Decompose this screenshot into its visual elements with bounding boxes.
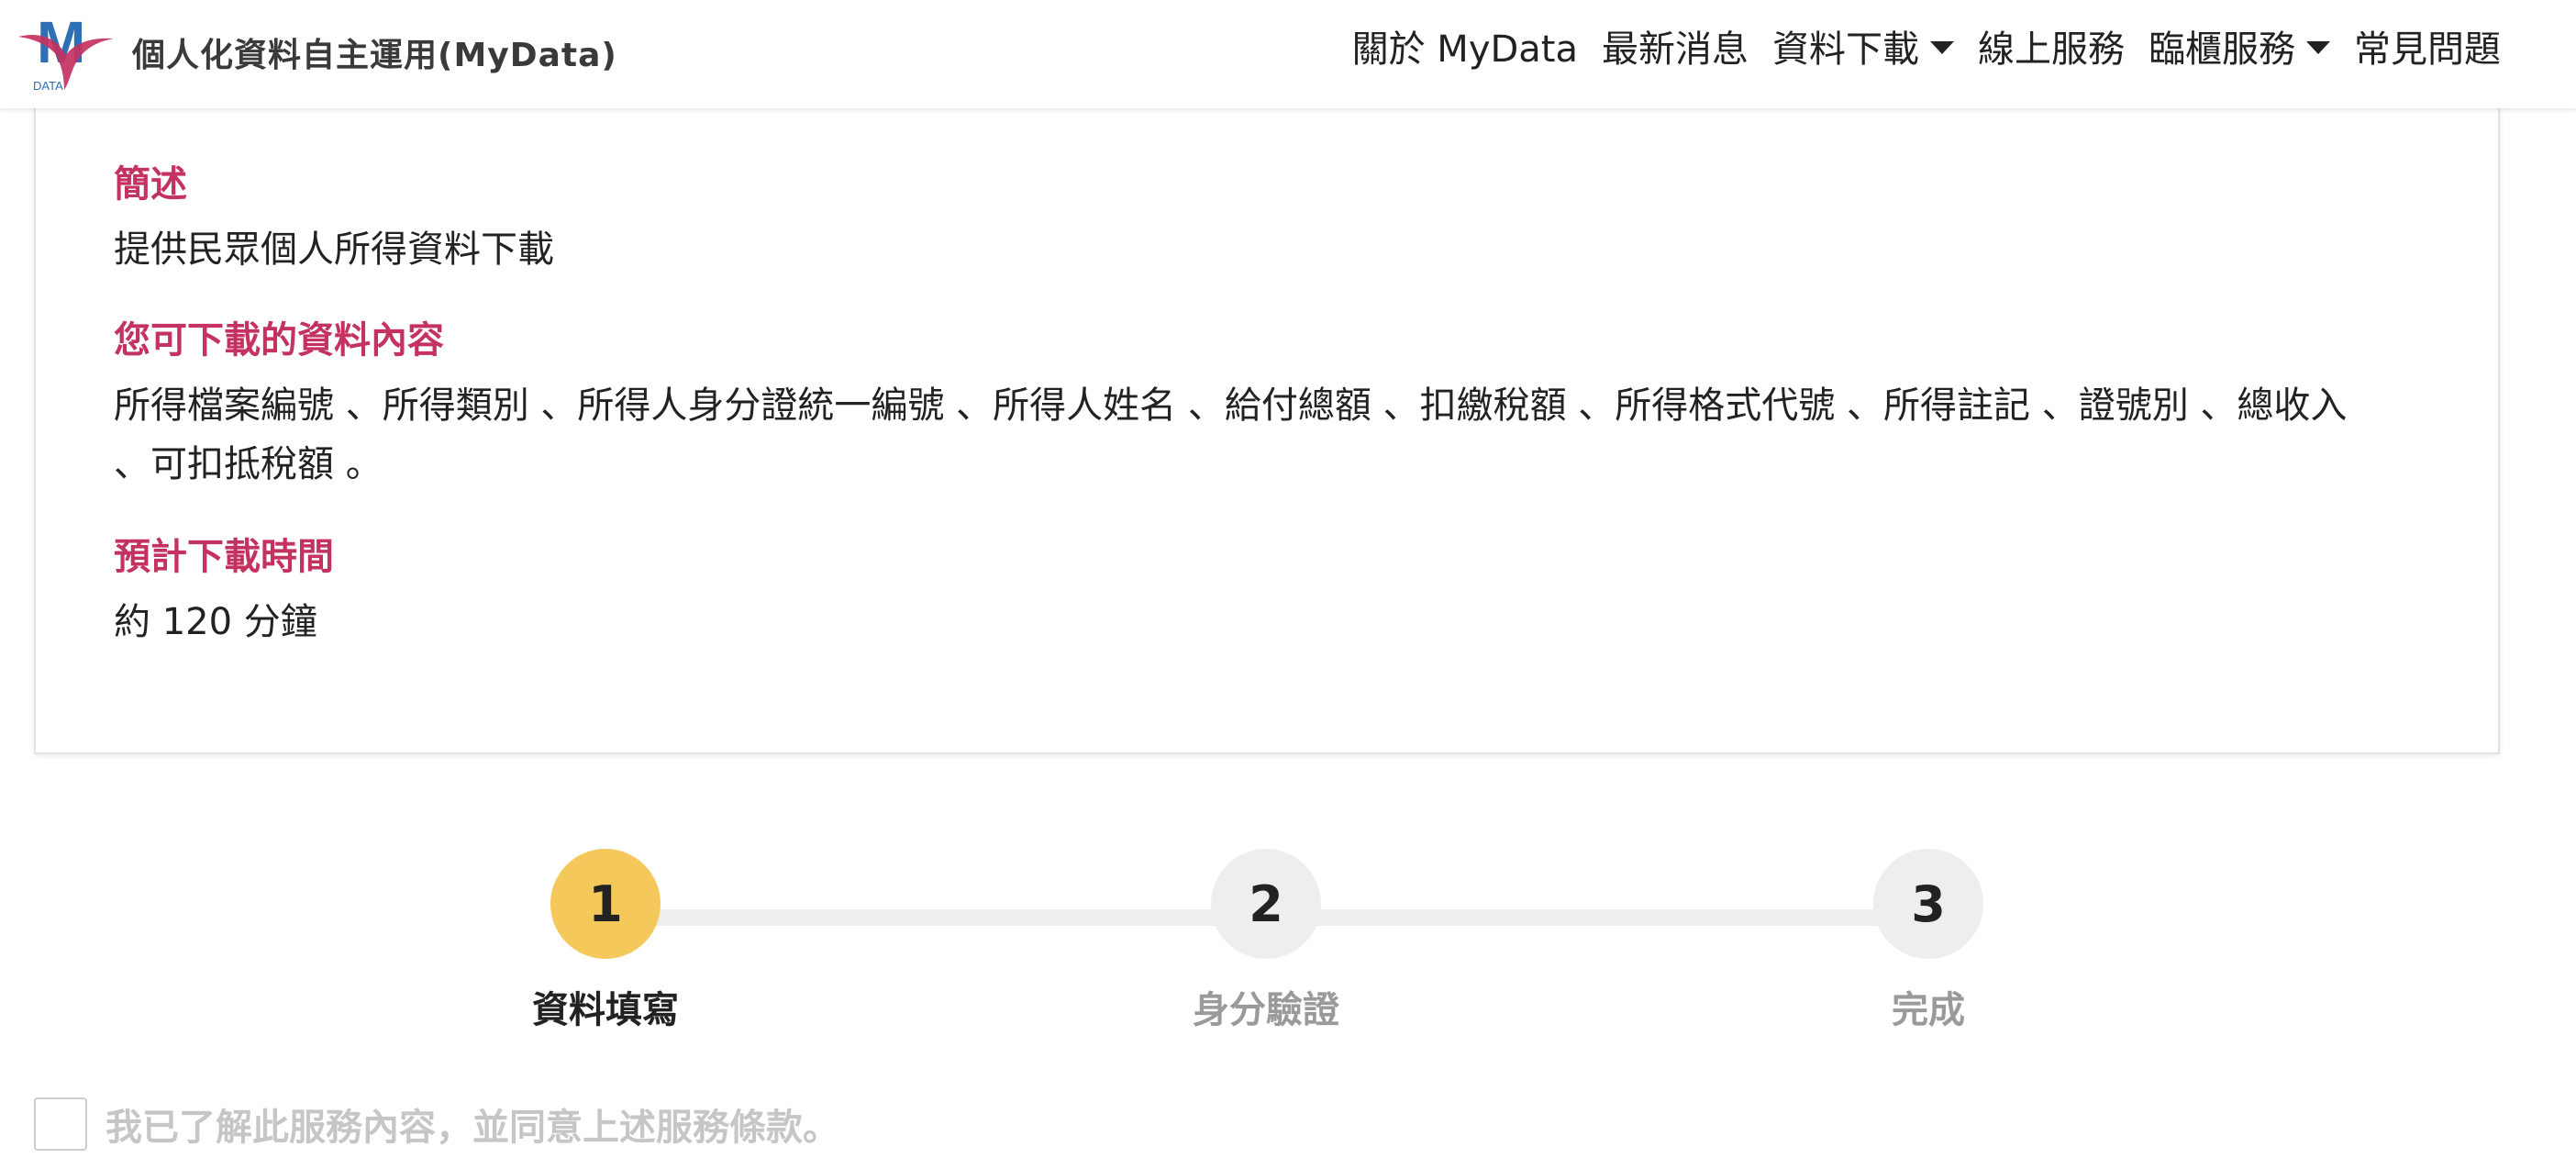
content-text-line2: 、可扣抵稅額 。: [114, 443, 383, 485]
step-3-label: 完成: [1892, 989, 1965, 1031]
brand[interactable]: M DATA 個人化資料自主運用(MyData): [13, 11, 617, 94]
time-text: 約 120 分鐘: [114, 601, 317, 643]
summary-text: 提供民眾個人所得資料下載: [114, 228, 554, 271]
nav-item-about[interactable]: 關於 MyData: [1352, 19, 1578, 72]
main-nav: 關於 MyData 最新消息 資料下載 線上服務 臨櫃服務 常見問題: [1328, 0, 2501, 92]
nav-item-label: 資料下載: [1772, 28, 1919, 71]
nav-item-label: 關於 MyData: [1351, 28, 1578, 71]
nav-item-label: 臨櫃服務: [2149, 28, 2295, 71]
nav-item-faq[interactable]: 常見問題: [2354, 19, 2501, 72]
caret-down-icon: [2306, 41, 2330, 54]
top-navbar: M DATA 個人化資料自主運用(MyData) 關於 MyData 最新消息 …: [0, 0, 2576, 108]
nav-item-label: 線上服務: [1978, 28, 2125, 71]
content-text-line1: 所得檔案編號 、所得類別 、所得人身分證統一編號 、所得人姓名 、給付總額 、扣…: [114, 384, 2348, 427]
nav-item-data-download[interactable]: 資料下載: [1772, 19, 1954, 72]
nav-item-label: 最新消息: [1602, 28, 1749, 71]
summary-heading: 簡述: [114, 163, 187, 206]
nav-item-counter-services[interactable]: 臨櫃服務: [2149, 19, 2330, 72]
agree-checkbox[interactable]: [34, 1097, 87, 1151]
agree-label[interactable]: 我已了解此服務內容，並同意上述服務條款。: [105, 1097, 839, 1151]
step-1-circle: 1: [550, 849, 661, 959]
step-1-label: 資料填寫: [532, 989, 679, 1031]
logo-subtext: DATA: [33, 79, 63, 93]
content-heading: 您可下載的資料內容: [114, 319, 444, 362]
nav-item-online-services[interactable]: 線上服務: [1978, 19, 2125, 72]
step-2-label: 身分驗證: [1193, 989, 1339, 1031]
site-title: 個人化資料自主運用(MyData): [132, 37, 617, 74]
step-2-circle: 2: [1211, 849, 1321, 959]
caret-down-icon: [1930, 41, 1954, 54]
nav-item-news[interactable]: 最新消息: [1602, 19, 1749, 72]
service-info-card: 簡述 提供民眾個人所得資料下載 您可下載的資料內容 所得檔案編號 、所得類別 、…: [34, 83, 2500, 754]
step-progress: 1 資料填寫 2 身分驗證 3 完成: [0, 844, 2576, 1031]
step-3-circle: 3: [1873, 849, 1983, 959]
mydata-logo-icon: M DATA: [18, 11, 114, 93]
agreement-row: 我已了解此服務內容，並同意上述服務條款。: [34, 1097, 839, 1151]
time-heading: 預計下載時間: [114, 536, 334, 578]
nav-item-label: 常見問題: [2354, 28, 2501, 71]
